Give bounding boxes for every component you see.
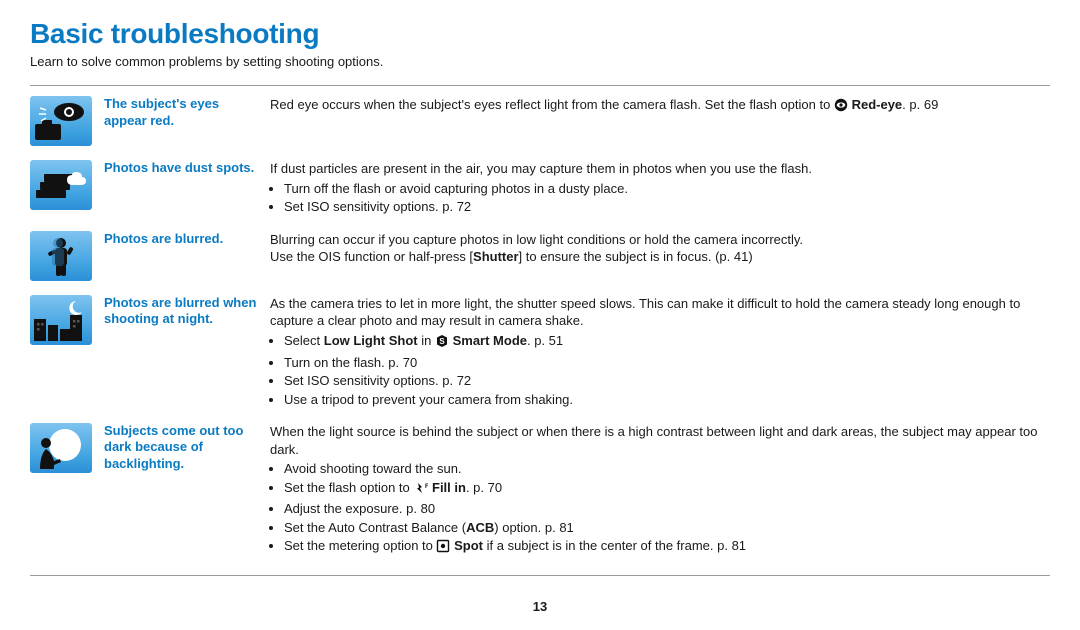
bold-text: ACB bbox=[466, 520, 494, 535]
dust-icon bbox=[30, 160, 92, 210]
row-body: When the light source is behind the subj… bbox=[270, 419, 1050, 569]
list-item: Set ISO sensitivity options. p. 72 bbox=[284, 198, 1044, 216]
text: . p. 70 bbox=[466, 480, 502, 495]
bold-text: Spot bbox=[454, 538, 483, 553]
list-item: Set the metering option to Spot if a sub… bbox=[284, 537, 1044, 558]
text: Set the Auto Contrast Balance ( bbox=[284, 520, 466, 535]
backlight-icon bbox=[30, 423, 92, 473]
text: Blurring can occur if you capture photos… bbox=[270, 231, 1044, 249]
page-number: 13 bbox=[0, 599, 1080, 616]
list-item: Select Low Light Shot in S Smart Mode. p… bbox=[284, 332, 1044, 353]
spot-glyph-icon bbox=[436, 539, 450, 558]
row-body: Blurring can occur if you capture photos… bbox=[270, 227, 1050, 291]
row-title: The subject's eyes appear red. bbox=[104, 92, 270, 156]
bold-text: Red-eye bbox=[852, 97, 903, 112]
redeye-icon bbox=[30, 96, 92, 146]
text: If dust particles are present in the air… bbox=[270, 160, 1044, 178]
list-item: Set the flash option to F Fill in. p. 70 bbox=[284, 479, 1044, 500]
text: Select bbox=[284, 333, 324, 348]
svg-text:S: S bbox=[439, 337, 445, 346]
table-row: Photos are blurred. Blurring can occur i… bbox=[30, 227, 1050, 291]
table-row: Photos are blurred when shooting at nigh… bbox=[30, 291, 1050, 419]
list-item: Set the Auto Contrast Balance (ACB) opti… bbox=[284, 519, 1044, 537]
list-item: Set ISO sensitivity options. p. 72 bbox=[284, 372, 1044, 390]
bold-text: Smart Mode bbox=[453, 333, 527, 348]
bold-text: Low Light Shot bbox=[324, 333, 418, 348]
list-item: Turn on the flash. p. 70 bbox=[284, 354, 1044, 372]
table-row: Photos have dust spots. If dust particle… bbox=[30, 156, 1050, 227]
text: Set the flash option to bbox=[284, 480, 413, 495]
divider-top bbox=[30, 85, 1050, 86]
page-subtitle: Learn to solve common problems by settin… bbox=[30, 54, 1050, 71]
svg-text:F: F bbox=[425, 484, 428, 490]
text: Use the OIS function or half-press [ bbox=[270, 249, 473, 264]
row-title: Subjects come out too dark because of ba… bbox=[104, 419, 270, 569]
blur-icon bbox=[30, 231, 92, 281]
divider-bottom bbox=[30, 575, 1050, 576]
troubleshooting-table: The subject's eyes appear red. Red eye o… bbox=[30, 92, 1050, 569]
list-item: Use a tripod to prevent your camera from… bbox=[284, 391, 1044, 409]
text: . p. 69 bbox=[902, 97, 938, 112]
redeye-glyph-icon bbox=[834, 98, 848, 117]
text: in bbox=[418, 333, 435, 348]
row-title: Photos are blurred. bbox=[104, 227, 270, 291]
list-item: Turn off the flash or avoid capturing ph… bbox=[284, 180, 1044, 198]
text: if a subject is in the center of the fra… bbox=[483, 538, 746, 553]
text: Red eye occurs when the subject's eyes r… bbox=[270, 97, 834, 112]
row-body: As the camera tries to let in more light… bbox=[270, 291, 1050, 419]
text: Set the metering option to bbox=[284, 538, 436, 553]
row-body: If dust particles are present in the air… bbox=[270, 156, 1050, 227]
text: When the light source is behind the subj… bbox=[270, 423, 1044, 458]
row-title: Photos are blurred when shooting at nigh… bbox=[104, 291, 270, 419]
page-title: Basic troubleshooting bbox=[30, 16, 1050, 52]
bold-text: Shutter bbox=[473, 249, 519, 264]
text: ) option. p. 81 bbox=[494, 520, 574, 535]
table-row: Subjects come out too dark because of ba… bbox=[30, 419, 1050, 569]
table-row: The subject's eyes appear red. Red eye o… bbox=[30, 92, 1050, 156]
smart-mode-glyph-icon: S bbox=[435, 334, 449, 353]
fill-in-glyph-icon: F bbox=[413, 481, 428, 500]
list-item: Avoid shooting toward the sun. bbox=[284, 460, 1044, 478]
text: . p. 51 bbox=[527, 333, 563, 348]
list-item: Adjust the exposure. p. 80 bbox=[284, 500, 1044, 518]
night-icon bbox=[30, 295, 92, 345]
text: As the camera tries to let in more light… bbox=[270, 295, 1044, 330]
row-body: Red eye occurs when the subject's eyes r… bbox=[270, 92, 1050, 156]
bold-text: Fill in bbox=[432, 480, 466, 495]
row-title: Photos have dust spots. bbox=[104, 156, 270, 227]
text: ] to ensure the subject is in focus. (p.… bbox=[519, 249, 753, 264]
